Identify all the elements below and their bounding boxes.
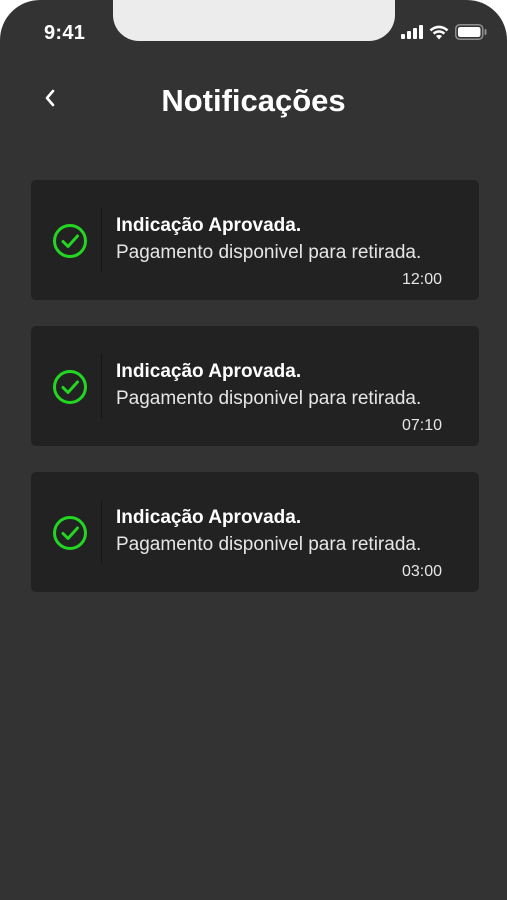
notification-time: 03:00 (401, 563, 442, 580)
header: Notificações (0, 70, 507, 134)
card-divider (101, 354, 102, 418)
notification-card[interactable]: Indicação Aprovada. Pagamento disponivel… (31, 180, 479, 300)
page-title: Notificações (161, 83, 346, 118)
status-icons (401, 24, 487, 45)
notification-message: Pagamento disponivel para retirada. (116, 534, 422, 555)
card-divider (101, 208, 102, 272)
notification-time: 07:10 (401, 417, 442, 434)
status-bar: 9:41 (0, 0, 507, 60)
notification-list: Indicação Aprovada. Pagamento disponivel… (31, 180, 479, 618)
notification-title: Indicação Aprovada. (116, 507, 302, 528)
phone-screen: 9:41 Notificações Indicação Aprovada. Pa… (0, 0, 507, 900)
battery-icon (455, 24, 487, 45)
signal-icon (401, 25, 423, 44)
wifi-icon (429, 25, 449, 45)
check-circle-icon (52, 515, 88, 551)
check-circle-icon (52, 223, 88, 259)
status-time: 9:41 (44, 22, 86, 44)
notification-title: Indicação Aprovada. (116, 215, 302, 236)
notification-card[interactable]: Indicação Aprovada. Pagamento disponivel… (31, 326, 479, 446)
notification-message: Pagamento disponivel para retirada. (116, 388, 422, 409)
check-circle-icon (52, 369, 88, 405)
notification-title: Indicação Aprovada. (116, 361, 302, 382)
card-divider (101, 500, 102, 564)
notification-time: 12:00 (401, 271, 442, 288)
notification-card[interactable]: Indicação Aprovada. Pagamento disponivel… (31, 472, 479, 592)
notification-message: Pagamento disponivel para retirada. (116, 242, 422, 263)
